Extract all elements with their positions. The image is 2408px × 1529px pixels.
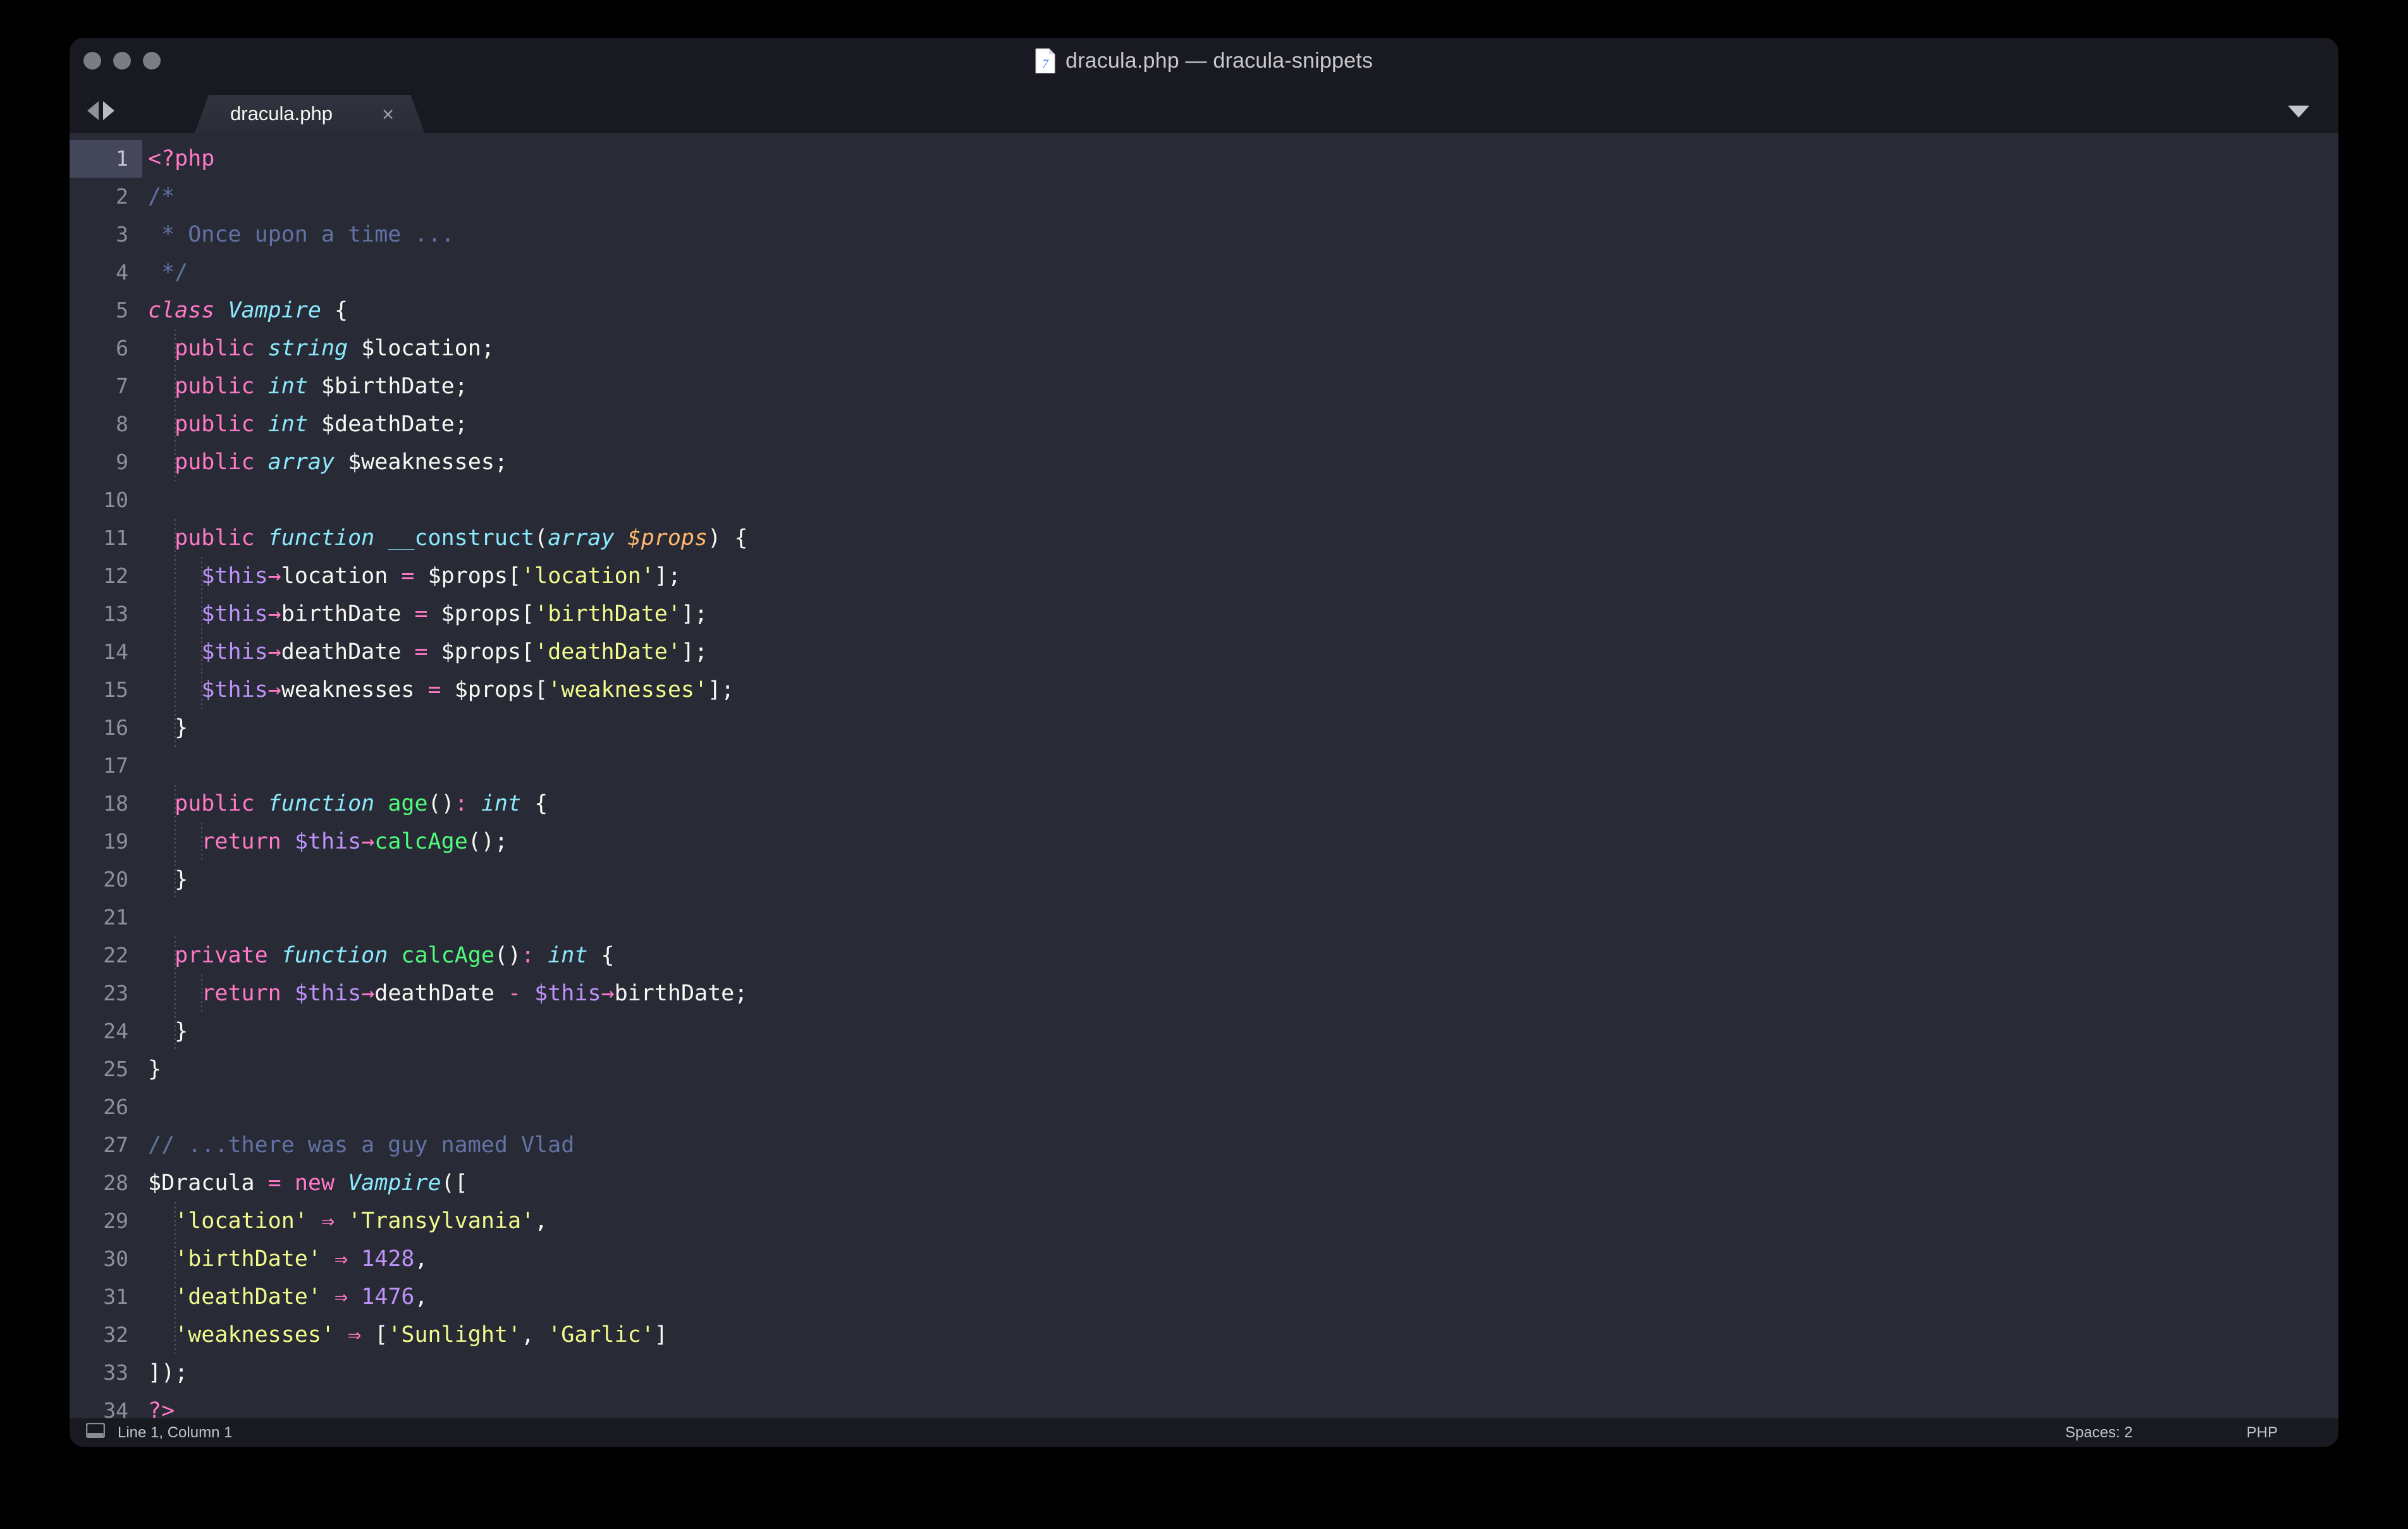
status-bar-right: Spaces: 2 PHP (2065, 1418, 2338, 1447)
minimize-button[interactable] (113, 52, 131, 70)
code-line: } (175, 867, 188, 892)
tab-label: dracula.php (230, 102, 333, 125)
line-number: 9 (116, 450, 128, 474)
line-number: 10 (103, 488, 128, 512)
code-line: } (175, 1019, 188, 1044)
line-number: 8 (116, 412, 128, 436)
code-line: $this→deathDate = $props['deathDate']; (201, 639, 708, 665)
code-line: 'birthDate' ⇒ 1428, (175, 1246, 428, 1272)
line-number: 11 (103, 525, 128, 550)
line-number: 28 (103, 1170, 128, 1195)
line-number: 18 (103, 791, 128, 816)
line-number: 34 (103, 1398, 128, 1418)
window-title-text: dracula.php — dracula-snippets (1065, 48, 1373, 73)
sidebar-toggle-icon[interactable] (85, 1422, 106, 1442)
line-number: 27 (103, 1133, 128, 1157)
line-number: 25 (103, 1057, 128, 1081)
line-number: 6 (116, 336, 128, 360)
code-line: */ (148, 260, 188, 285)
arrow-left-icon[interactable] (87, 101, 99, 120)
line-number: 12 (103, 563, 128, 588)
code-line: } (175, 715, 188, 740)
line-number: 20 (103, 867, 128, 892)
tab-bar: dracula.php × (70, 83, 2338, 133)
line-number-gutter: 1 2 3 4 5 6 7 8 9 10 11 12 13 14 15 16 17 18 19 20 21 22 23 24 2… (70, 133, 142, 1418)
code-line: public function age(): int { (175, 791, 548, 816)
code-line: $this→weaknesses = $props['weaknesses']; (201, 677, 735, 703)
code-line: ?> (148, 1398, 175, 1418)
code-line: 'location' ⇒ 'Transylvania', (175, 1208, 548, 1234)
code-line: 'weaknesses' ⇒ ['Sunlight', 'Garlic'] (175, 1322, 668, 1348)
line-number: 15 (103, 677, 128, 702)
code-editor[interactable]: 1 2 3 4 5 6 7 8 9 10 11 12 13 14 15 16 17 18 19 20 21 22 23 24 2… (70, 133, 2338, 1418)
code-line: public int $birthDate; (175, 374, 468, 399)
svg-text:7: 7 (1042, 58, 1049, 71)
code-line: return $this→calcAge(); (201, 829, 508, 854)
code-line: 'deathDate' ⇒ 1476, (175, 1284, 428, 1310)
code-line: private function calcAge(): int { (175, 943, 615, 968)
line-number: 26 (103, 1095, 128, 1119)
code-line: /* (148, 184, 175, 209)
close-icon[interactable]: × (382, 104, 394, 125)
line-number: 22 (103, 943, 128, 967)
tab-dracula-php[interactable]: dracula.php × (195, 95, 424, 133)
line-number: 2 (116, 184, 128, 209)
code-line: ]); (148, 1360, 188, 1385)
line-number: 24 (103, 1019, 128, 1043)
line-number: 33 (103, 1360, 128, 1385)
code-line: public string $location; (175, 336, 494, 361)
line-number: 32 (103, 1322, 128, 1347)
line-number: 5 (116, 298, 128, 322)
arrow-right-icon[interactable] (103, 101, 114, 120)
line-number: 1 (70, 140, 142, 178)
close-button[interactable] (83, 52, 101, 70)
code-line: return $this→deathDate - $this→birthDate… (201, 981, 748, 1006)
maximize-button[interactable] (143, 52, 161, 70)
tab-list: dracula.php × (195, 95, 424, 133)
syntax-mode[interactable]: PHP (2247, 1424, 2338, 1442)
tab-navigation-arrows (87, 101, 114, 120)
line-number: 19 (103, 829, 128, 854)
code-line: public array $weaknesses; (175, 450, 508, 475)
status-bar: Line 1, Column 1 Spaces: 2 PHP (70, 1418, 2338, 1447)
line-number: 31 (103, 1284, 128, 1309)
line-number: 16 (103, 715, 128, 740)
code-line: public int $deathDate; (175, 412, 468, 437)
code-line: // ...there was a guy named Vlad (148, 1133, 575, 1158)
status-bar-left: Line 1, Column 1 (70, 1422, 233, 1442)
code-line: $Dracula = new Vampire([ (148, 1170, 468, 1196)
code-line: public function __construct(array $props… (175, 525, 748, 551)
editor-window: 7 dracula.php — dracula-snippets dracula… (70, 38, 2338, 1447)
line-number: 4 (116, 260, 128, 285)
title-bar: 7 dracula.php — dracula-snippets (70, 38, 2338, 83)
traffic-light-group (83, 38, 161, 83)
window-title: 7 dracula.php — dracula-snippets (70, 38, 2338, 83)
code-content[interactable]: <?php /* * Once upon a time ... */ class V… (142, 133, 2338, 1418)
indentation-setting[interactable]: Spaces: 2 (2065, 1424, 2247, 1442)
line-number: 13 (103, 601, 128, 626)
code-line: $this→birthDate = $props['birthDate']; (201, 601, 708, 627)
line-number: 23 (103, 981, 128, 1005)
line-number: 14 (103, 639, 128, 664)
line-number: 29 (103, 1208, 128, 1233)
line-number: 30 (103, 1246, 128, 1271)
line-number: 21 (103, 905, 128, 930)
php-file-icon: 7 (1035, 48, 1055, 73)
code-line: class Vampire { (148, 298, 348, 323)
code-line: $this→location = $props['location']; (201, 563, 681, 589)
line-number: 7 (116, 374, 128, 398)
chevron-down-icon[interactable] (2288, 106, 2309, 118)
code-line: <?php (148, 146, 215, 171)
cursor-position: Line 1, Column 1 (118, 1423, 233, 1441)
line-number: 17 (103, 753, 128, 778)
line-number: 3 (116, 222, 128, 247)
code-line: * Once upon a time ... (148, 222, 455, 247)
code-line: } (148, 1057, 162, 1082)
